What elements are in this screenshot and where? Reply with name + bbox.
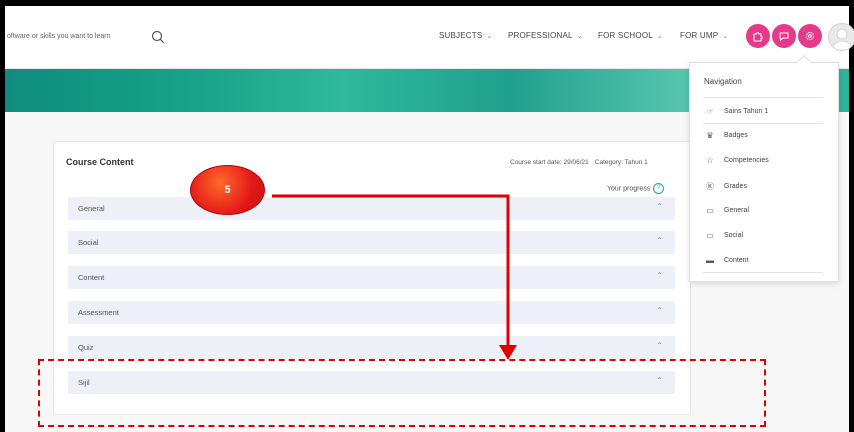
highlight-box <box>38 359 766 427</box>
step-callout: 5 <box>190 165 265 215</box>
step-number: 5 <box>224 184 231 196</box>
